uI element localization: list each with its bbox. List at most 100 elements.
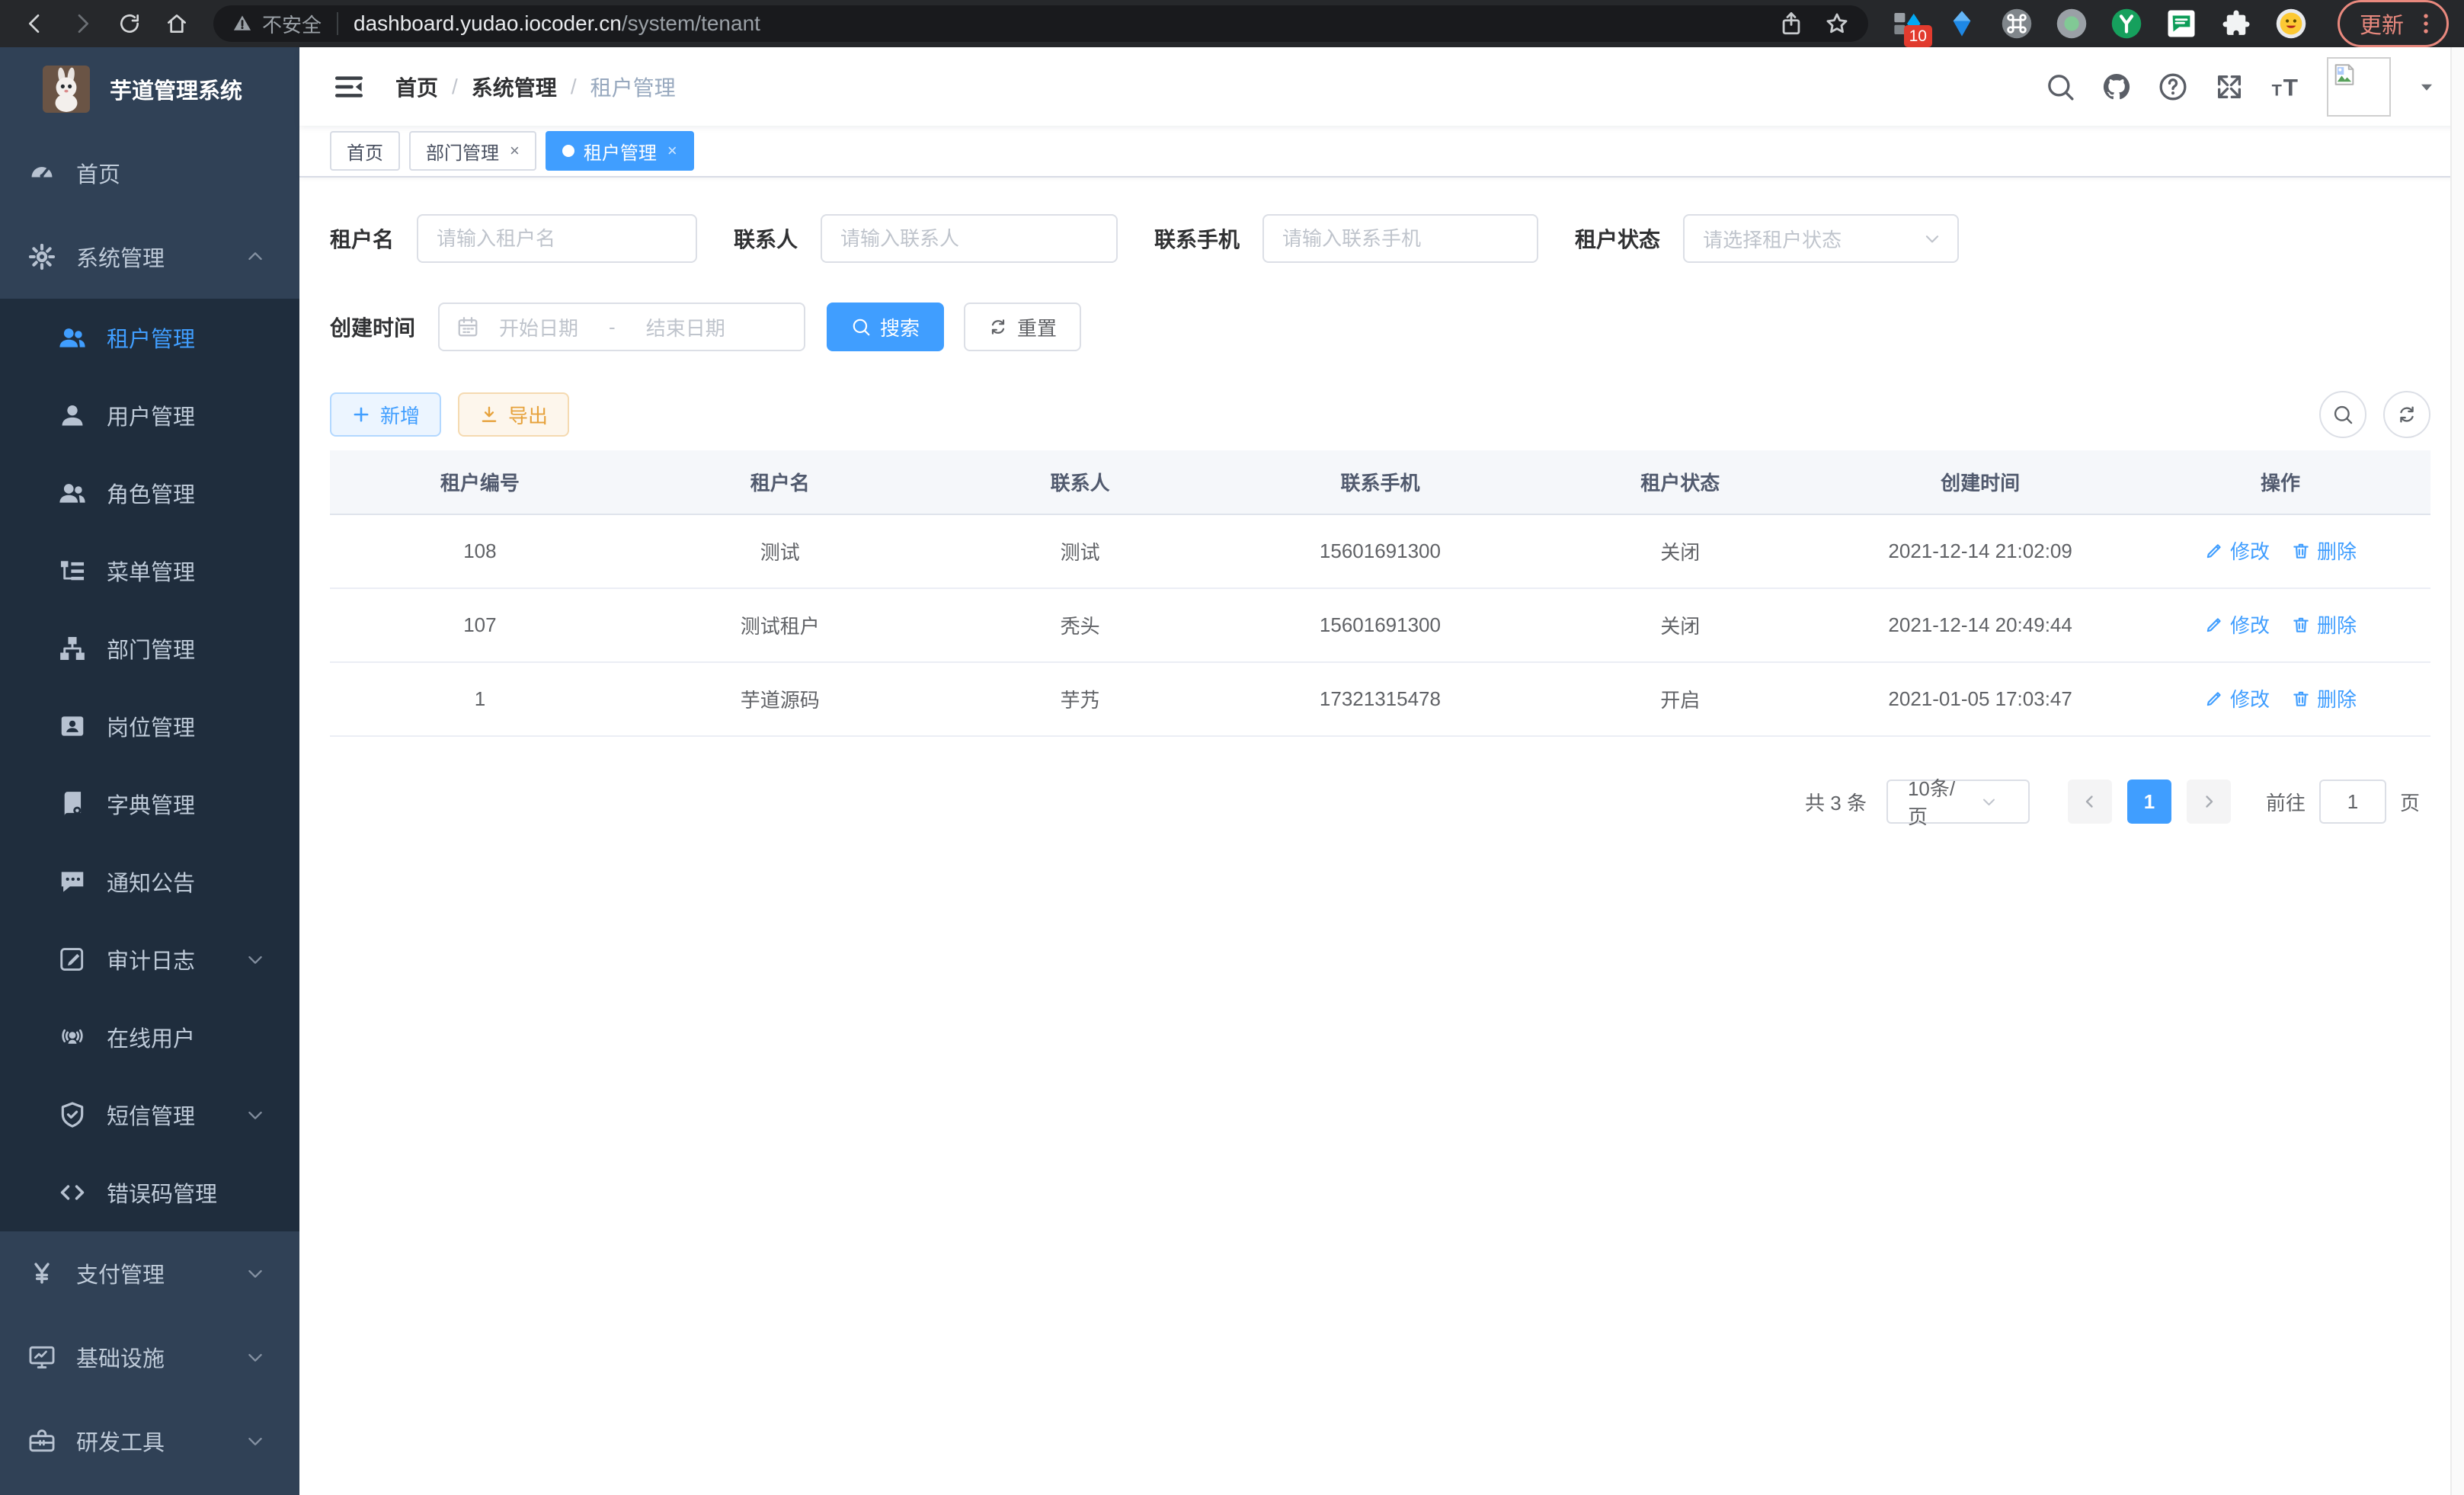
edit-link[interactable]: 修改 <box>2204 610 2270 639</box>
page-1-button[interactable]: 1 <box>2127 780 2171 824</box>
fullscreen-icon[interactable] <box>2214 72 2245 102</box>
sidebar-item-基础设施[interactable]: 基础设施 <box>0 1315 299 1399</box>
filter-create-time: 创建时间 开始日期 - 结束日期 <box>330 303 805 351</box>
extensions-puzzle-button[interactable] <box>2220 8 2252 40</box>
browser-menu-dots-icon[interactable] <box>2413 11 2439 37</box>
gear-icon <box>27 242 56 271</box>
sidebar-item-label: 支付管理 <box>76 1257 165 1289</box>
breadcrumb-item-0[interactable]: 首页 <box>395 72 438 102</box>
sidebar-item-租户管理[interactable]: 租户管理 <box>0 299 299 376</box>
extension-recorder[interactable] <box>2056 8 2088 40</box>
contact-input[interactable] <box>821 214 1118 263</box>
delete-link[interactable]: 删除 <box>2291 610 2357 639</box>
monitor-icon <box>27 1343 56 1372</box>
extension-kite[interactable] <box>1946 8 1978 40</box>
github-icon[interactable] <box>2101 72 2132 102</box>
sidebar-item-短信管理[interactable]: 短信管理 <box>0 1076 299 1154</box>
bookmark-star-icon[interactable] <box>1824 11 1850 37</box>
pagination-total: 共 3 条 <box>1805 788 1867 816</box>
command-extension-icon <box>2001 8 2033 40</box>
tag-close-icon[interactable]: × <box>667 142 677 159</box>
extension-tiles[interactable]: 10 <box>1891 8 1923 40</box>
show-search-button[interactable] <box>2319 391 2366 438</box>
status-select[interactable]: 请选择租户状态 <box>1683 214 1959 263</box>
y-extension-icon <box>2110 8 2142 40</box>
delete-link[interactable]: 删除 <box>2291 684 2357 712</box>
tenant-name-input[interactable] <box>417 214 697 263</box>
edit-link[interactable]: 修改 <box>2204 536 2270 565</box>
tag-首页[interactable]: 首页 <box>330 131 400 171</box>
shield-icon <box>58 1100 87 1129</box>
browser-home-button[interactable] <box>157 4 197 43</box>
column-header-6: 操作 <box>2130 450 2430 514</box>
page-size-select[interactable]: 10条/页 <box>1886 780 2030 824</box>
sidebar-item-首页[interactable]: 首页 <box>0 131 299 215</box>
online-icon <box>58 1023 87 1052</box>
sidebar-item-字典管理[interactable]: 字典管理 <box>0 765 299 843</box>
delete-link[interactable]: 删除 <box>2291 536 2357 565</box>
date-range-picker[interactable]: 开始日期 - 结束日期 <box>438 303 805 351</box>
sidebar-item-角色管理[interactable]: 角色管理 <box>0 454 299 532</box>
pencil-icon <box>2204 541 2224 561</box>
extension-chat[interactable] <box>2165 8 2197 40</box>
avatar[interactable] <box>2327 57 2391 117</box>
status-label: 租户状态 <box>1575 223 1660 254</box>
prev-page-button[interactable] <box>2068 780 2112 824</box>
edit-link[interactable]: 修改 <box>2204 684 2270 712</box>
tag-部门管理[interactable]: 部门管理 × <box>409 131 536 171</box>
app-logo[interactable]: 芋道管理系统 <box>0 47 299 131</box>
share-icon[interactable] <box>1778 11 1804 37</box>
sidebar-item-在线用户[interactable]: 在线用户 <box>0 998 299 1076</box>
table-row: 1芋道源码芋艿17321315478开启2021-01-05 17:03:47修… <box>330 662 2430 736</box>
tag-close-icon[interactable]: × <box>510 142 520 159</box>
sidebar-item-研发工具[interactable]: 研发工具 <box>0 1399 299 1483</box>
tag-租户管理[interactable]: 租户管理× <box>546 131 694 171</box>
sidebar-item-用户管理[interactable]: 用户管理 <box>0 376 299 454</box>
svg-text:T: T <box>2272 80 2282 99</box>
extension-command[interactable] <box>2001 8 2033 40</box>
date-end-placeholder: 结束日期 <box>646 313 725 341</box>
sidebar-item-菜单管理[interactable]: 菜单管理 <box>0 532 299 610</box>
edit-icon <box>58 945 87 974</box>
help-icon[interactable] <box>2158 72 2188 102</box>
font-size-icon[interactable]: TT <box>2270 72 2301 102</box>
sidebar-item-label: 角色管理 <box>107 477 195 509</box>
export-button[interactable]: 导出 <box>458 392 569 437</box>
refresh-button[interactable] <box>2383 391 2430 438</box>
browser-forward-button[interactable] <box>62 4 102 43</box>
sidebar-item-部门管理[interactable]: 部门管理 <box>0 610 299 687</box>
sidebar-item-岗位管理[interactable]: 岗位管理 <box>0 687 299 765</box>
add-button[interactable]: 新增 <box>330 392 441 437</box>
browser-profile-avatar[interactable] <box>2275 8 2307 40</box>
next-page-button[interactable] <box>2187 780 2231 824</box>
sidebar-item-label: 短信管理 <box>107 1099 195 1131</box>
broken-image-icon <box>2331 62 2357 88</box>
search-button[interactable]: 搜索 <box>827 303 944 351</box>
browser-back-button[interactable] <box>15 4 55 43</box>
tag-label: 部门管理 <box>426 138 499 165</box>
url-host: dashboard.yudao.iocoder.cn <box>354 11 622 35</box>
sidebar-item-审计日志[interactable]: 审计日志 <box>0 920 299 998</box>
goto-page-input[interactable] <box>2319 780 2386 824</box>
filter-status: 租户状态 请选择租户状态 <box>1575 214 1959 263</box>
sidebar-item-错误码管理[interactable]: 错误码管理 <box>0 1154 299 1231</box>
chevron-up-icon <box>245 246 266 267</box>
sidebar-collapse-icon[interactable] <box>333 71 365 103</box>
cell-id: 108 <box>330 514 630 588</box>
browser-update-button[interactable]: 更新 <box>2338 0 2449 47</box>
reset-button[interactable]: 重置 <box>964 303 1081 351</box>
address-bar[interactable]: 不安全 dashboard.yudao.iocoder.cn/system/te… <box>213 5 1868 42</box>
header-search-icon[interactable] <box>2045 72 2075 102</box>
sidebar-item-支付管理[interactable]: 支付管理 <box>0 1231 299 1315</box>
mobile-input[interactable] <box>1262 214 1538 263</box>
avatar-caret-icon[interactable] <box>2417 77 2437 97</box>
browser-reload-button[interactable] <box>110 4 149 43</box>
sidebar-item-系统管理[interactable]: 系统管理 <box>0 215 299 299</box>
update-label: 更新 <box>2360 8 2404 40</box>
page-scrollbar[interactable] <box>2450 47 2464 1495</box>
sidebar-item-通知公告[interactable]: 通知公告 <box>0 843 299 920</box>
cell-actions: 修改删除 <box>2130 662 2430 736</box>
extension-y[interactable] <box>2110 8 2142 40</box>
cell-name: 芋道源码 <box>630 662 930 736</box>
breadcrumb-item-1[interactable]: 系统管理 <box>472 72 557 102</box>
